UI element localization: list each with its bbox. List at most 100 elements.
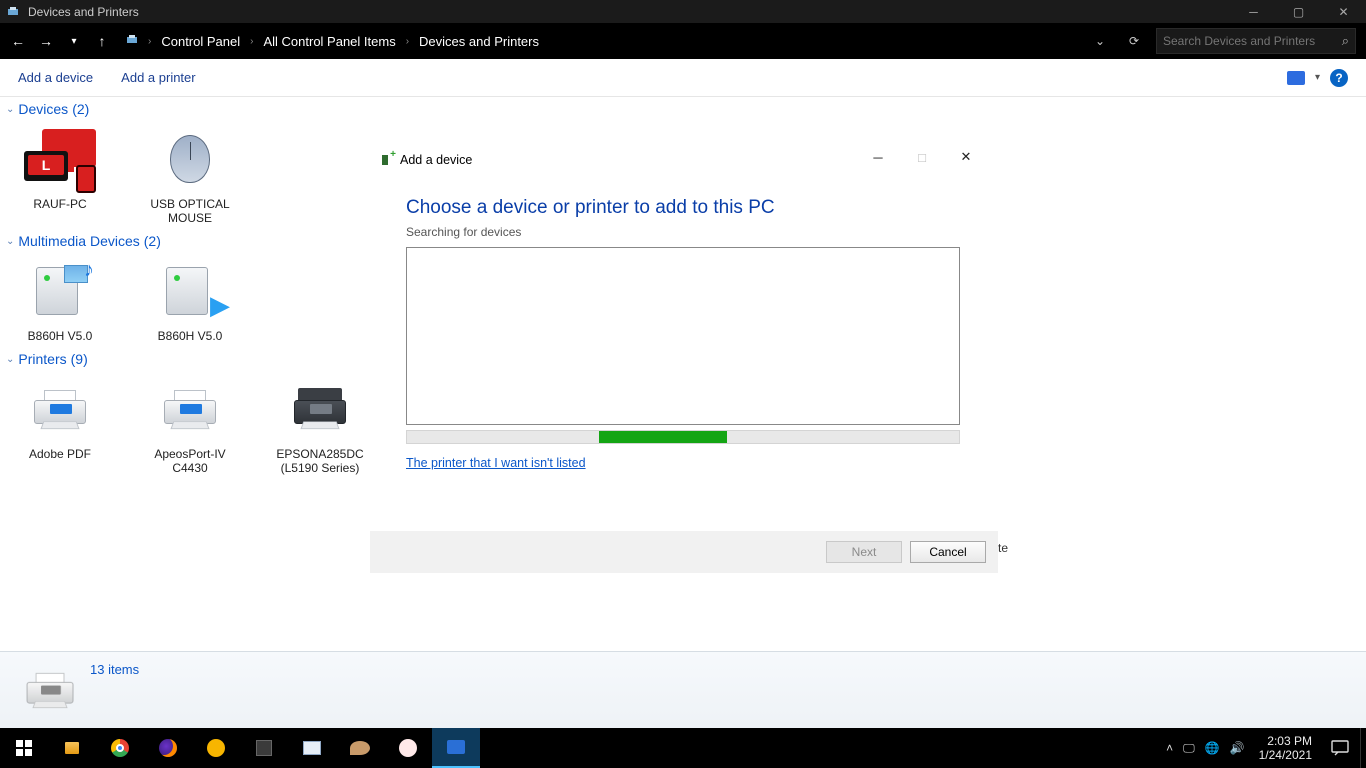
device-item-multimedia[interactable]: ▶ B860H V5.0 bbox=[140, 257, 240, 343]
taskbar-paint[interactable] bbox=[336, 728, 384, 768]
devices-printers-icon bbox=[6, 4, 22, 20]
chevron-down-icon: ⌄ bbox=[6, 104, 14, 115]
dialog-subheading: Searching for devices bbox=[406, 225, 962, 239]
back-button[interactable]: ← bbox=[4, 27, 32, 55]
clock-date: 1/24/2021 bbox=[1259, 748, 1312, 762]
window-maximize-button[interactable]: ▢ bbox=[1276, 0, 1321, 23]
action-center-button[interactable] bbox=[1320, 728, 1360, 768]
taskbar-firefox[interactable] bbox=[144, 728, 192, 768]
mouse-icon bbox=[150, 125, 230, 193]
breadcrumb-devices-printers[interactable]: Devices and Printers bbox=[415, 34, 543, 49]
taskbar-sublime[interactable] bbox=[240, 728, 288, 768]
tray-volume-icon[interactable]: 🔊 bbox=[1230, 741, 1245, 755]
printer-icon bbox=[150, 375, 230, 443]
printer-icon bbox=[20, 375, 100, 443]
section-count: (2) bbox=[72, 101, 89, 117]
printer-label: Adobe PDF bbox=[10, 447, 110, 461]
up-button[interactable]: ↑ bbox=[88, 27, 116, 55]
breadcrumb-all-items[interactable]: All Control Panel Items bbox=[259, 34, 399, 49]
search-input[interactable] bbox=[1163, 34, 1342, 48]
printer-item[interactable]: EPSONA285DC (L5190 Series) bbox=[270, 375, 370, 475]
tray-network-icon[interactable]: 🌐 bbox=[1205, 741, 1220, 755]
computer-icon: L bbox=[20, 125, 100, 193]
explorer-content: ⌄ Devices (2) L RAUF-PC USB OPTICAL MOUS… bbox=[0, 97, 1366, 651]
start-button[interactable] bbox=[0, 728, 48, 768]
device-item-mouse[interactable]: USB OPTICAL MOUSE bbox=[140, 125, 240, 225]
dialog-title: Add a device bbox=[400, 153, 472, 167]
chevron-right-icon: › bbox=[148, 36, 151, 47]
chevron-down-icon[interactable]: ▾ bbox=[1315, 72, 1320, 83]
device-label: RAUF-PC bbox=[10, 197, 110, 211]
device-label: USB OPTICAL MOUSE bbox=[140, 197, 240, 225]
section-title: Printers bbox=[18, 351, 66, 367]
dialog-close-button[interactable]: ✕ bbox=[944, 142, 988, 172]
taskbar-image-editor[interactable] bbox=[288, 728, 336, 768]
cancel-button[interactable]: Cancel bbox=[910, 541, 986, 563]
add-device-dialog: Add a device ─ □ ✕ Choose a device or pr… bbox=[370, 141, 998, 573]
tray-power-icon[interactable]: 🖵 bbox=[1183, 741, 1195, 756]
clock-time: 2:03 PM bbox=[1259, 734, 1312, 748]
help-button[interactable]: ? bbox=[1330, 69, 1348, 87]
section-header-devices[interactable]: ⌄ Devices (2) bbox=[0, 97, 1366, 119]
breadcrumb: › Control Panel › All Control Panel Item… bbox=[120, 27, 1088, 55]
recent-locations-button[interactable]: ▾ bbox=[60, 27, 88, 55]
taskbar-app-pink[interactable] bbox=[384, 728, 432, 768]
dialog-maximize-button[interactable]: □ bbox=[900, 142, 944, 172]
taskbar-control-panel[interactable] bbox=[432, 728, 480, 768]
printer-label: ApeosPort-IV C4430 bbox=[140, 447, 240, 475]
tray-overflow-icon[interactable]: ˄ bbox=[1166, 741, 1173, 755]
dialog-minimize-button[interactable]: ─ bbox=[856, 142, 900, 172]
show-desktop-button[interactable] bbox=[1360, 728, 1366, 768]
refresh-button[interactable]: ⟳ bbox=[1122, 34, 1146, 48]
view-options-button[interactable] bbox=[1287, 71, 1305, 85]
dialog-heading: Choose a device or printer to add to thi… bbox=[406, 197, 962, 219]
device-label: B860H V5.0 bbox=[140, 329, 240, 343]
add-printer-command[interactable]: Add a printer bbox=[121, 70, 195, 85]
chevron-right-icon: › bbox=[250, 36, 253, 47]
address-dropdown-button[interactable]: ⌄ bbox=[1088, 34, 1112, 48]
window-minimize-button[interactable]: ─ bbox=[1231, 0, 1276, 23]
section-title: Devices bbox=[18, 101, 68, 117]
section-count: (9) bbox=[71, 351, 88, 367]
printer-item[interactable]: Adobe PDF bbox=[10, 375, 110, 475]
taskbar-file-explorer[interactable] bbox=[48, 728, 96, 768]
status-item-count: 13 items bbox=[90, 662, 139, 677]
status-bar: 13 items bbox=[0, 651, 1366, 728]
taskbar-chrome[interactable] bbox=[96, 728, 144, 768]
section-count: (2) bbox=[144, 233, 161, 249]
printer-not-listed-link[interactable]: The printer that I want isn't listed bbox=[406, 456, 586, 470]
device-label: B860H V5.0 bbox=[10, 329, 110, 343]
chevron-down-icon: ⌄ bbox=[6, 354, 14, 365]
obscured-text: te bbox=[998, 541, 1008, 555]
dialog-footer: Next Cancel bbox=[370, 531, 998, 573]
add-device-command[interactable]: Add a device bbox=[18, 70, 93, 85]
device-item-multimedia[interactable]: ♪ B860H V5.0 bbox=[10, 257, 110, 343]
devices-printers-icon bbox=[126, 34, 140, 49]
window-close-button[interactable]: ✕ bbox=[1321, 0, 1366, 23]
system-tray[interactable]: ˄ 🖵 🌐 🔊 bbox=[1160, 741, 1251, 756]
printer-label: EPSONA285DC (L5190 Series) bbox=[270, 447, 370, 475]
search-box[interactable]: ⌕ bbox=[1156, 28, 1356, 54]
taskbar-clock[interactable]: 2:03 PM 1/24/2021 bbox=[1251, 734, 1320, 762]
window-titlebar: Devices and Printers ─ ▢ ✕ bbox=[0, 0, 1366, 23]
add-device-icon bbox=[380, 153, 394, 167]
media-device-icon: ▶ bbox=[150, 257, 230, 325]
chevron-down-icon: ⌄ bbox=[6, 236, 14, 247]
device-results-listbox[interactable] bbox=[406, 247, 960, 425]
chevron-right-icon: › bbox=[406, 36, 409, 47]
next-button: Next bbox=[826, 541, 902, 563]
search-progress-bar bbox=[406, 430, 960, 444]
device-item-pc[interactable]: L RAUF-PC bbox=[10, 125, 110, 225]
dialog-titlebar: Add a device ─ □ ✕ bbox=[370, 141, 998, 179]
forward-button[interactable]: → bbox=[32, 27, 60, 55]
navigation-bar: ← → ▾ ↑ › Control Panel › All Control Pa… bbox=[0, 23, 1366, 59]
command-bar: Add a device Add a printer ▾ ? bbox=[0, 59, 1366, 97]
taskbar-app-yellow[interactable] bbox=[192, 728, 240, 768]
printer-item[interactable]: ApeosPort-IV C4430 bbox=[140, 375, 240, 475]
taskbar: ˄ 🖵 🌐 🔊 2:03 PM 1/24/2021 bbox=[0, 728, 1366, 768]
breadcrumb-control-panel[interactable]: Control Panel bbox=[157, 34, 244, 49]
section-title: Multimedia Devices bbox=[18, 233, 139, 249]
status-thumbnail-icon bbox=[20, 667, 76, 713]
search-icon[interactable]: ⌕ bbox=[1342, 33, 1349, 49]
window-title: Devices and Printers bbox=[28, 5, 139, 19]
